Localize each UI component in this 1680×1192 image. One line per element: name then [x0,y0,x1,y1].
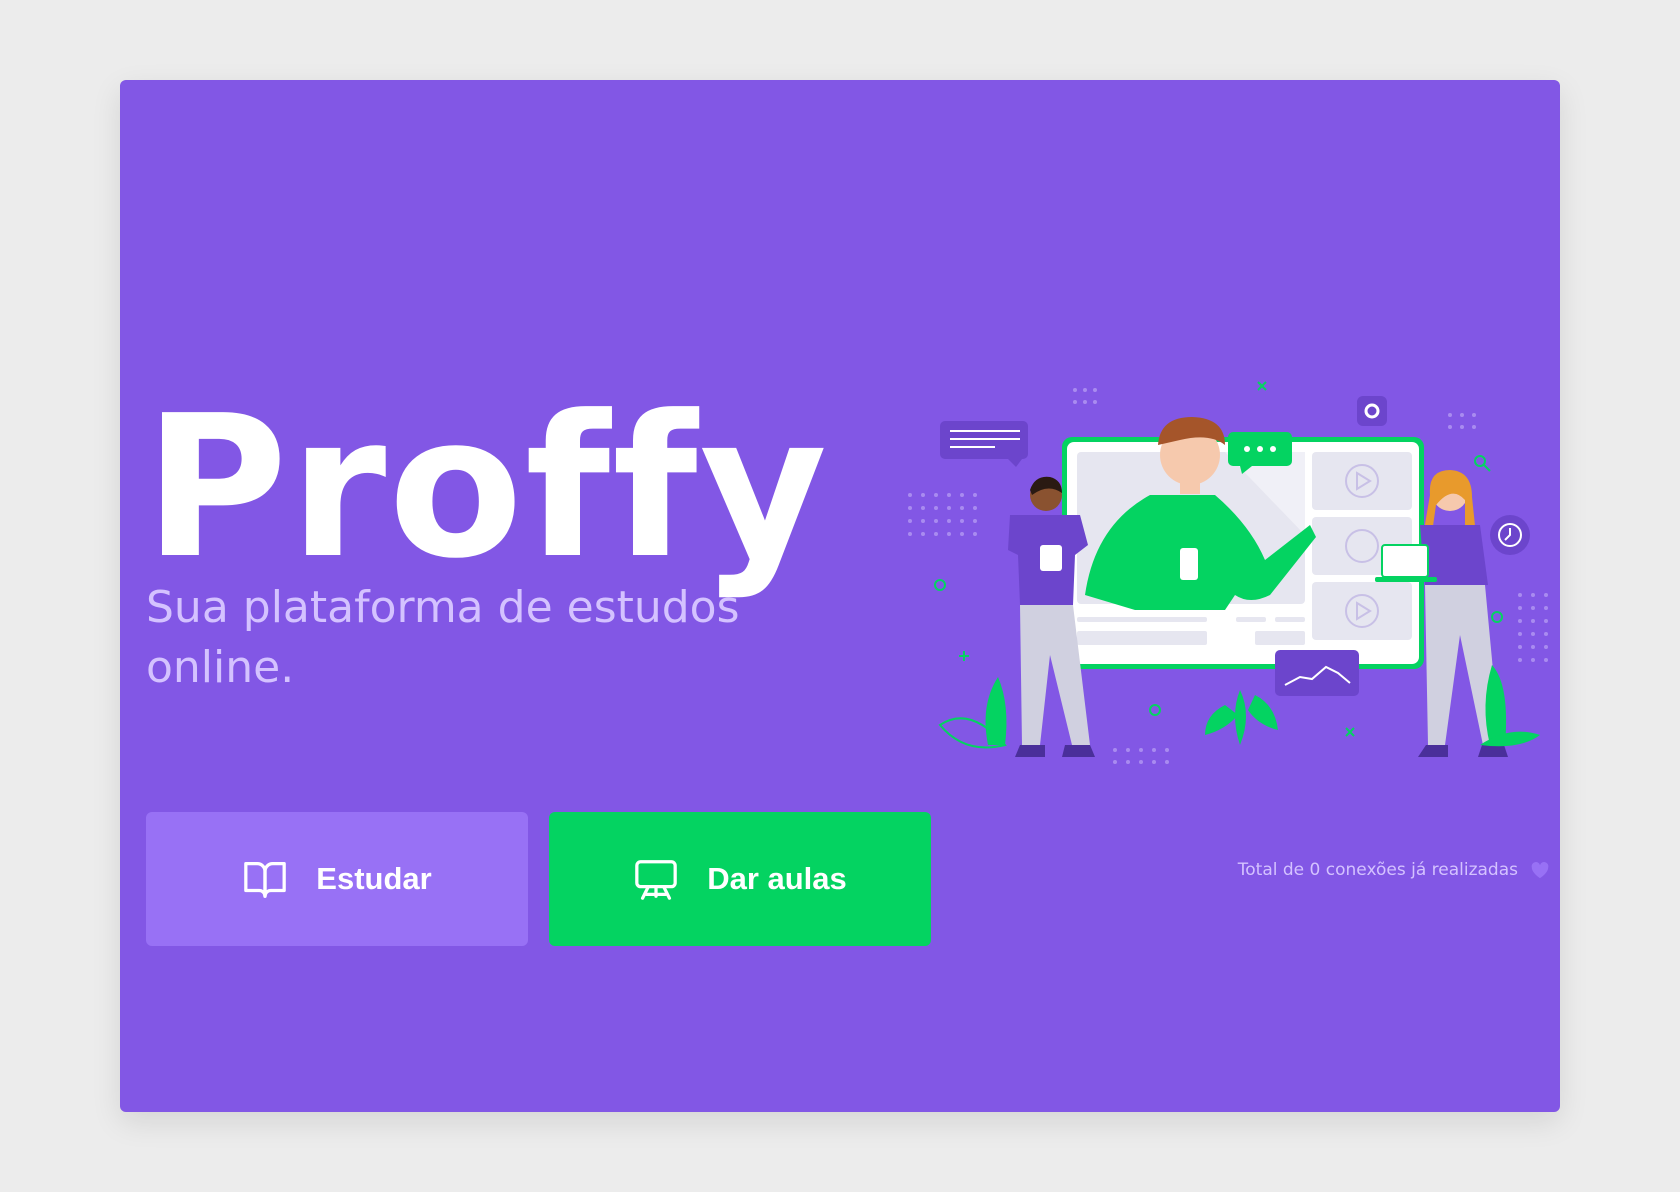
study-button[interactable]: Estudar [146,812,528,946]
tagline: Sua plataforma de estudos online. [146,582,740,693]
total-connections: Total de 0 conexões já realizadas [1238,860,1550,880]
study-button-label: Estudar [316,861,432,896]
book-open-icon [242,856,288,902]
landing-card: Proffy Sua plataforma de estudos online. [120,80,1560,1112]
proffy-logo: Proffy [144,374,830,602]
total-connections-text: Total de 0 conexões já realizadas [1237,860,1518,880]
presentation-board-icon [633,856,679,902]
purple-heart-icon [1530,861,1550,879]
hero-illustration [908,381,1548,764]
teach-button-label: Dar aulas [707,861,847,896]
teach-button[interactable]: Dar aulas [549,812,931,946]
